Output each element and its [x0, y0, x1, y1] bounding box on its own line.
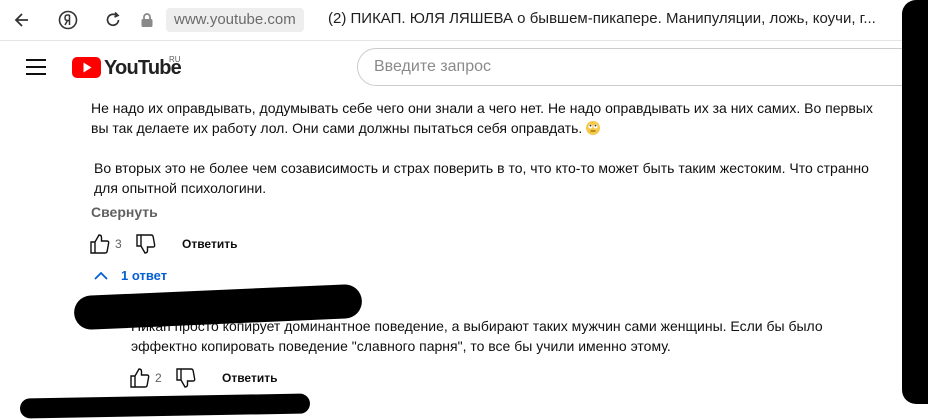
url-text[interactable]: www.youtube.com [166, 8, 304, 32]
comment-paragraph-1: Не надо их оправдывать, додумывать себе … [91, 98, 881, 138]
comment-paragraph-2: Во вторых это не более чем созависимость… [94, 160, 869, 196]
page-tab-title: (2) ПИКАП. ЮЛЯ ЛЯШЕВА о бывшем-пикапере.… [328, 10, 876, 27]
like-count: 3 [115, 237, 122, 251]
lock-icon [141, 13, 153, 27]
chevron-up-icon [94, 271, 108, 280]
redaction-mark-bottom [19, 393, 311, 419]
collapse-button[interactable]: Свернуть [91, 204, 158, 220]
youtube-header: YouTube RU [0, 41, 928, 97]
search-input[interactable] [357, 48, 928, 86]
thumb-up-icon[interactable] [129, 367, 151, 389]
comment-text-1: Не надо их оправдывать, додумывать себе … [91, 100, 873, 136]
reload-icon[interactable] [103, 10, 123, 30]
reply-button[interactable]: Ответить [182, 237, 237, 251]
youtube-play-icon [72, 57, 101, 78]
menu-icon[interactable] [26, 58, 48, 76]
browser-toolbar: www.youtube.com (2) ПИКАП. ЮЛЯ ЛЯШЕВА о … [0, 0, 928, 41]
yandex-icon[interactable] [58, 10, 78, 30]
reply-actions: 2 Ответить [129, 367, 289, 391]
reply-to-reply-button[interactable]: Ответить [222, 371, 277, 385]
rolling-eyes-emoji-icon [586, 121, 601, 135]
thumb-down-icon[interactable] [135, 233, 157, 255]
thumb-down-icon[interactable] [175, 367, 197, 389]
redaction-mark-right [902, 0, 928, 404]
thumb-up-icon[interactable] [89, 233, 111, 255]
reply-like-count: 2 [155, 371, 162, 385]
replies-count-label: 1 ответ [121, 268, 168, 283]
back-arrow-icon[interactable] [12, 10, 32, 30]
youtube-logo[interactable]: YouTube RU [72, 55, 192, 81]
country-code: RU [169, 55, 181, 64]
comment-actions: 3 Ответить [89, 233, 249, 257]
